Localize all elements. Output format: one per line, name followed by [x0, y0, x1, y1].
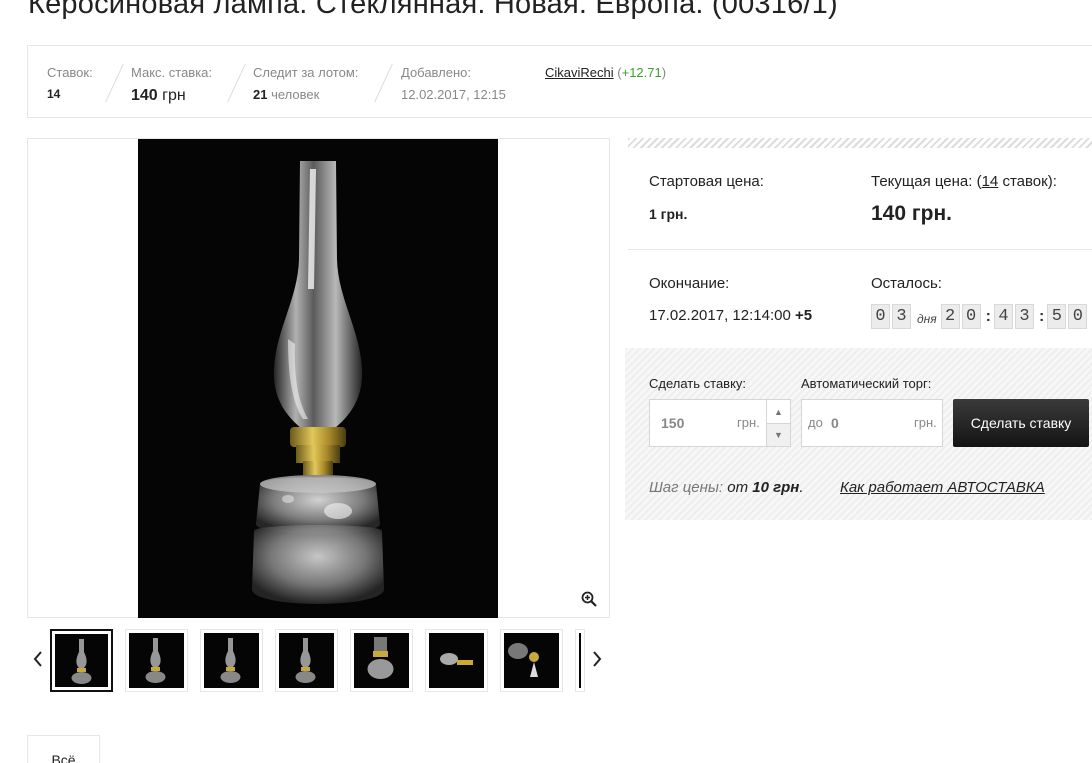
start-price-value: 1 грн.: [649, 206, 688, 222]
thumbnail[interactable]: [50, 629, 113, 692]
bids-count-link[interactable]: 14: [982, 173, 999, 190]
bids-stat: Ставок: 14: [47, 65, 93, 101]
price-step-value: 10 грн: [752, 479, 800, 496]
main-image-frame[interactable]: [27, 138, 610, 618]
max-bid-currency: грн: [162, 87, 186, 104]
timer-digit: 0: [871, 304, 890, 329]
watchers-unit: человек: [271, 87, 320, 102]
remaining-label: Осталось:: [871, 275, 942, 292]
countdown-timer: 0 3 дня 2 0 : 4 3 : 5 0: [871, 304, 1089, 329]
timer-digit: 3: [892, 304, 911, 329]
timer-digit: 0: [1068, 304, 1088, 329]
bid-stepper[interactable]: ▲ ▼: [766, 400, 790, 446]
thumbnail[interactable]: [125, 629, 188, 692]
timer-digit: 0: [961, 304, 981, 329]
thumbnail[interactable]: [500, 629, 563, 692]
timezone-offset: +5: [794, 307, 813, 324]
bid-currency: грн.: [737, 415, 760, 430]
autobid-help-link[interactable]: Как работает АВТОСТАВКА: [840, 479, 1045, 496]
watchers-stat: Следит за лотом: 21 человек: [253, 65, 358, 102]
max-bid-label: Макс. ставка:: [131, 65, 213, 80]
thumbnail[interactable]: [350, 629, 413, 692]
added-stat: Добавлено: 12.02.2017, 12:15: [401, 65, 506, 102]
days-word: дня: [917, 311, 937, 326]
bids-value: 14: [47, 87, 61, 101]
chevron-right-icon[interactable]: [590, 649, 604, 669]
lot-stats-bar: Ставок: 14 Макс. ставка: 140 грн Следит …: [27, 45, 1092, 118]
added-value: 12.02.2017, 12:15: [401, 87, 506, 102]
bid-amount-value: 150: [661, 415, 685, 431]
price-step: Шаг цены: от 10 грн.: [649, 479, 804, 496]
divider: [105, 63, 124, 103]
bid-form: Сделать ставку: Автоматический торг: 150…: [625, 348, 1092, 520]
watchers-value: 21: [253, 87, 268, 102]
end-time: 17.02.2017, 12:14:00 +5: [649, 307, 812, 324]
added-label: Добавлено:: [401, 65, 472, 80]
end-time-value: 17.02.2017, 12:14:00: [649, 307, 791, 324]
page-title: Керосиновая лампа. Стеклянная. Новая. Ев…: [28, 0, 838, 20]
price-panel: Стартовая цена: 1 грн. Текущая цена: (14…: [628, 138, 1092, 350]
auto-bid-currency: грн.: [914, 415, 937, 430]
thumbnail-strip: [27, 625, 610, 695]
thumbnail[interactable]: [200, 629, 263, 692]
kerosene-lamp-photo[interactable]: [138, 139, 498, 618]
divider: [374, 63, 393, 103]
timer-digit: 2: [940, 304, 960, 329]
seller-info: CikaviRechi (+12.71): [545, 65, 667, 80]
zoom-in-icon[interactable]: [581, 591, 597, 607]
bid-amount-input[interactable]: 150 грн. ▲ ▼: [649, 399, 791, 447]
place-bid-button[interactable]: Сделать ставку: [953, 399, 1089, 447]
end-label: Окончание:: [649, 275, 730, 292]
hatch-divider: [628, 138, 1092, 148]
current-price-label: Текущая цена: (14 ставок):: [871, 173, 1057, 190]
chevron-left-icon[interactable]: [31, 649, 45, 669]
max-bid-value: 140: [131, 87, 158, 104]
watchers-label: Следит за лотом:: [253, 65, 359, 80]
auto-bid-input[interactable]: до 0 грн.: [801, 399, 943, 447]
auto-bid-prefix: до: [808, 415, 823, 430]
max-bid-stat: Макс. ставка: 140 грн: [131, 65, 212, 105]
bids-label: Ставок:: [47, 65, 93, 80]
auto-bid-label: Автоматический торг:: [801, 376, 932, 391]
seller-rating: +12.71: [621, 65, 662, 80]
divider: [227, 63, 246, 103]
increment-arrow-icon[interactable]: ▲: [767, 400, 790, 423]
timer-digit: 3: [1014, 304, 1034, 329]
seller-link[interactable]: CikaviRechi: [545, 65, 614, 80]
bid-label: Сделать ставку:: [649, 376, 747, 391]
current-price-value: 140 грн.: [871, 202, 952, 225]
decrement-arrow-icon[interactable]: ▼: [767, 423, 790, 446]
thumbnail[interactable]: [275, 629, 338, 692]
tab-all[interactable]: Всё: [27, 735, 100, 763]
timer-digit: 5: [1047, 304, 1067, 329]
start-price-label: Стартовая цена:: [649, 173, 764, 190]
thumbnail[interactable]: [425, 629, 488, 692]
timer-digit: 4: [993, 304, 1013, 329]
auto-bid-value: 0: [831, 415, 839, 431]
thumbnail[interactable]: [575, 629, 585, 692]
